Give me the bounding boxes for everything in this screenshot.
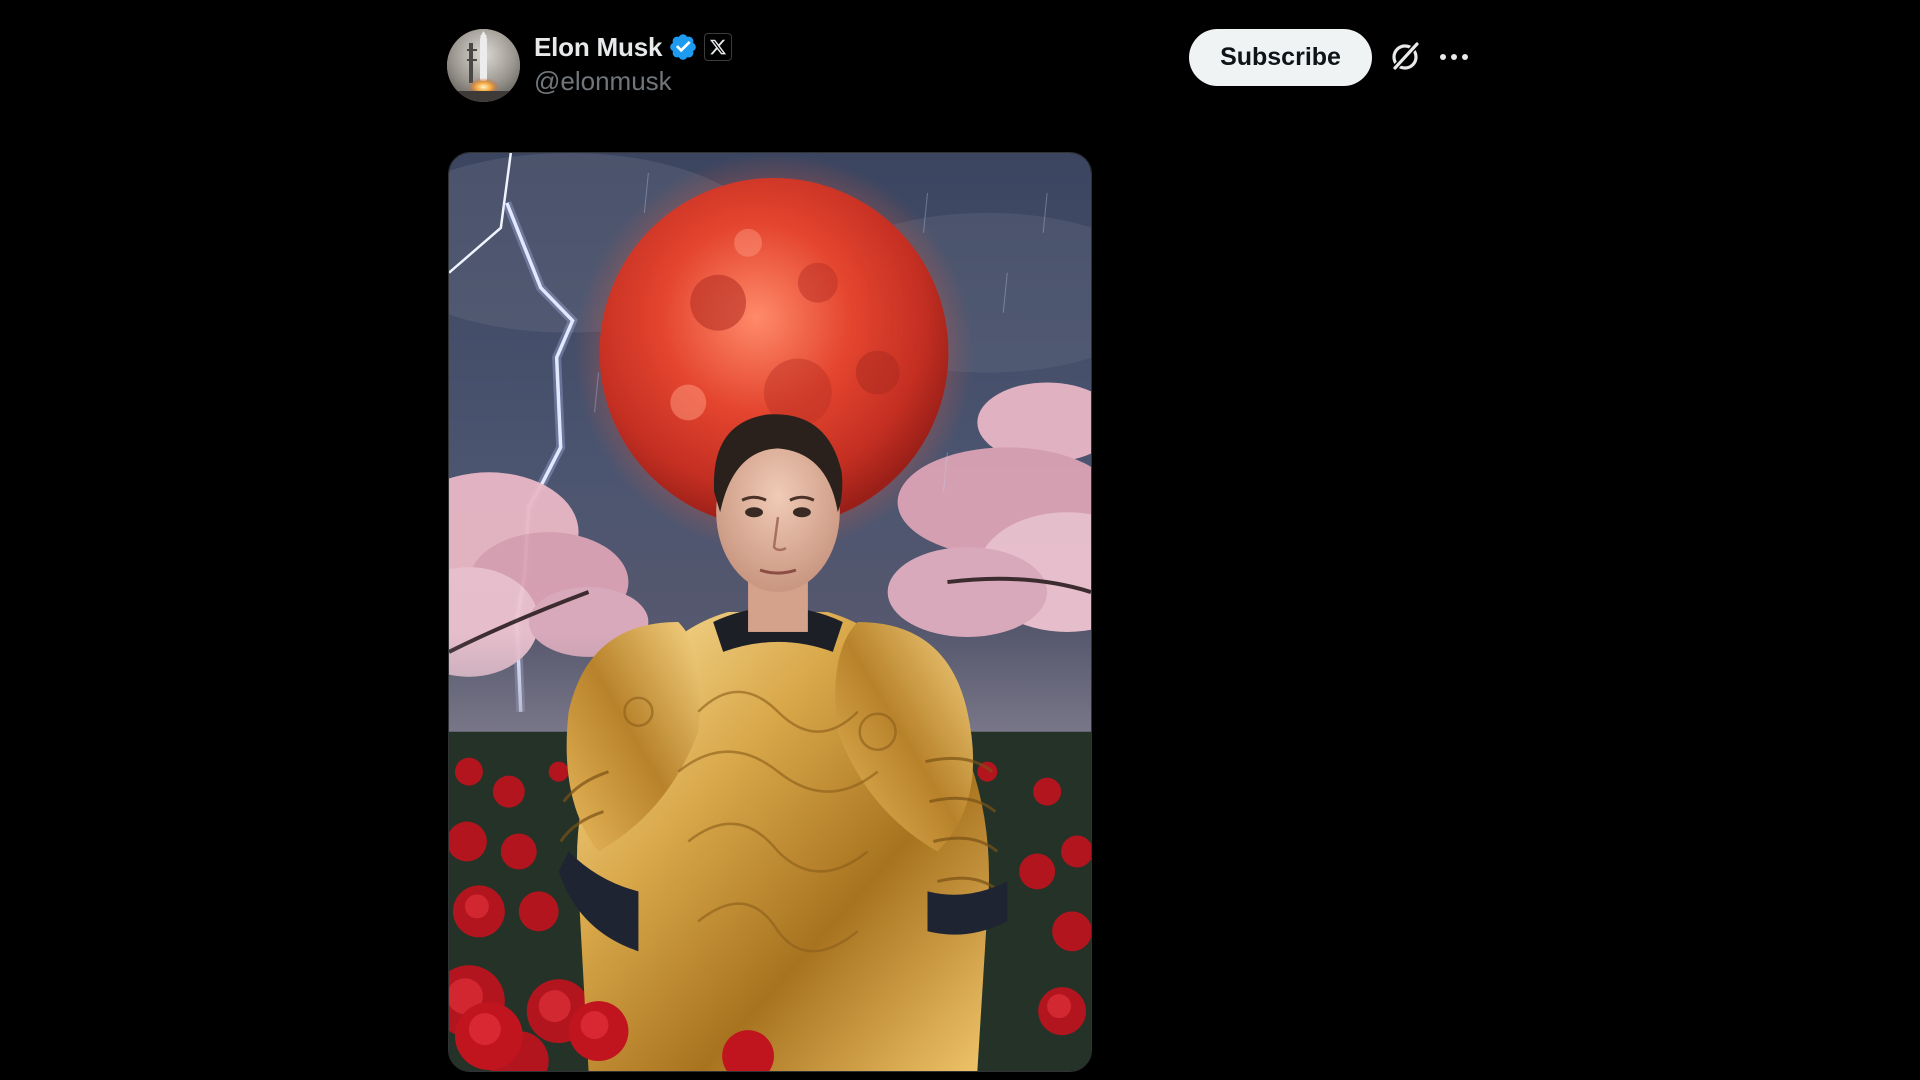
post-media-image[interactable] (448, 152, 1092, 1072)
grok-icon (1391, 42, 1419, 72)
author-display-name[interactable]: Elon Musk (534, 32, 662, 63)
x-logo-icon (710, 39, 727, 55)
more-button[interactable] (1436, 38, 1472, 76)
avatar[interactable] (447, 29, 520, 102)
golden-knight-blood-moon-illustration (449, 153, 1091, 1071)
more-horizontal-icon (1440, 54, 1468, 60)
tweet-view: Elon Musk @elonmusk Subscribe (0, 0, 1920, 1080)
verified-badge-icon[interactable] (668, 32, 698, 62)
subscribe-button[interactable]: Subscribe (1189, 29, 1372, 86)
affiliate-badge[interactable] (704, 33, 733, 61)
author-name-row: Elon Musk (534, 30, 733, 64)
rocket-launch-avatar-icon (447, 29, 520, 102)
grok-button[interactable] (1386, 38, 1424, 76)
author-handle[interactable]: @elonmusk (534, 66, 672, 97)
